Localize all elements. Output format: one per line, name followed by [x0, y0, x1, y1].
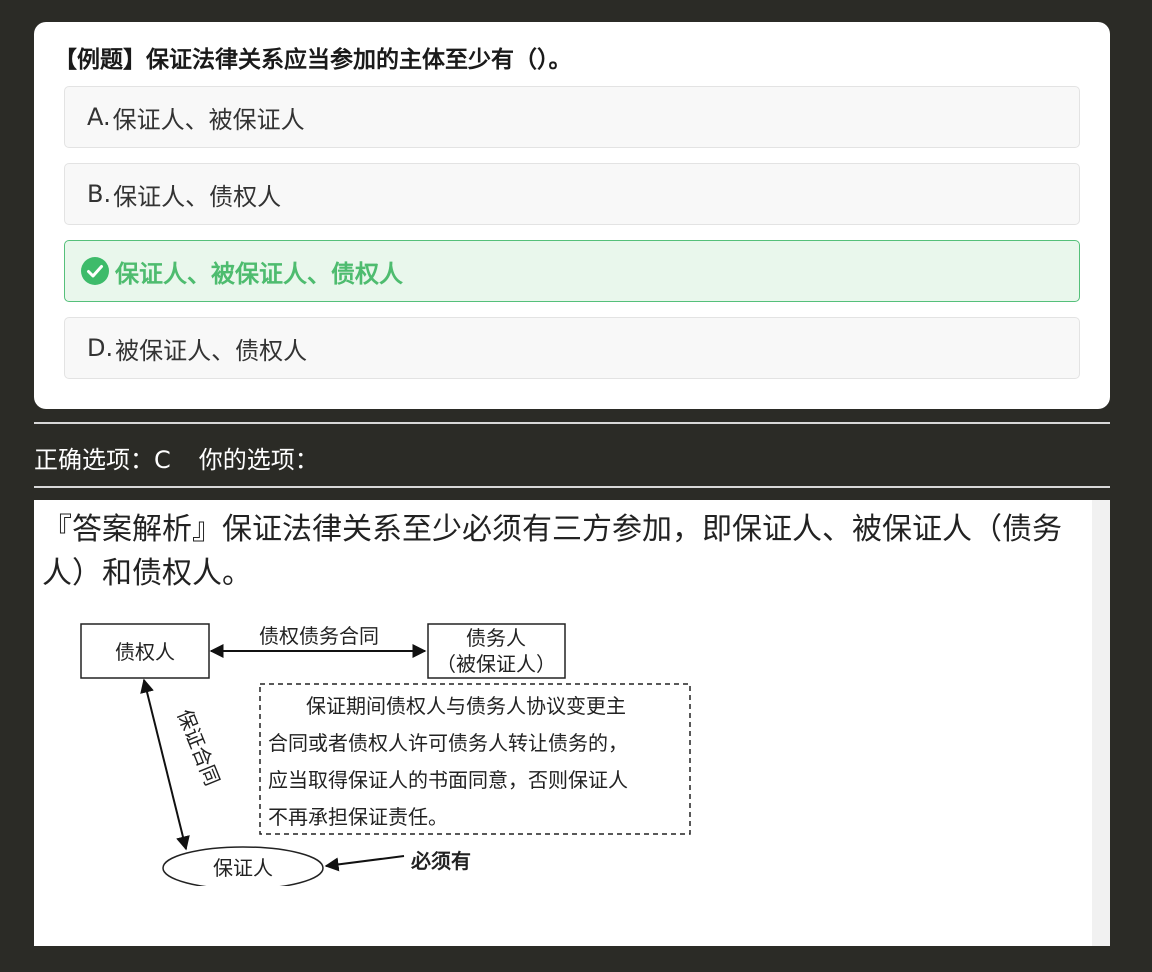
note-line-4: 不再承担保证责任。 — [268, 805, 448, 829]
correct-answer-value: C — [154, 446, 171, 474]
analysis-panel[interactable]: 『答案解析』保证法律关系至少必须有三方参加，即保证人、被保证人（债务人）和债权人… — [34, 500, 1110, 946]
scrollbar-track[interactable] — [1092, 500, 1110, 946]
option-letter: B. — [87, 180, 112, 208]
check-circle-icon — [80, 256, 110, 286]
note-line-1: 保证期间债权人与债务人协议变更主 — [306, 694, 626, 718]
creditor-label: 债权人 — [115, 640, 175, 664]
option-text: 保证人、被保证人 — [112, 105, 305, 134]
divider — [34, 486, 1110, 488]
option-text: 被保证人、债权人 — [115, 336, 308, 365]
option-text: 保证人、债权人 — [113, 182, 282, 211]
note-line-3: 应当取得保证人的书面同意，否则保证人 — [268, 768, 628, 792]
guarantee-contract-arrow — [140, 678, 190, 851]
guarantor-label: 保证人 — [213, 856, 273, 880]
option-c-correct[interactable]: 保证人、被保证人、债权人 — [64, 240, 1080, 302]
divider — [34, 422, 1110, 424]
answer-summary: 正确选项：C 你的选项： — [34, 440, 319, 475]
note-line-2: 合同或者债权人许可债务人转让债务的， — [268, 731, 628, 755]
correct-answer-label: 正确选项： — [34, 446, 154, 474]
option-d[interactable]: D. 被保证人、债权人 — [64, 317, 1080, 379]
option-text: 保证人、被保证人、债权人 — [115, 259, 403, 288]
question-card: 【例题】保证法律关系应当参加的主体至少有（）。 A. 保证人、被保证人 B. 保… — [34, 22, 1110, 409]
main-contract-label: 债权债务合同 — [259, 624, 379, 648]
option-b[interactable]: B. 保证人、债权人 — [64, 163, 1080, 225]
must-have-arrow — [324, 855, 405, 872]
guarantee-contract-label: 保证合同 — [172, 706, 224, 789]
question-title: 【例题】保证法律关系应当参加的主体至少有（）。 — [54, 47, 572, 73]
option-letter: D. — [87, 334, 114, 362]
debtor-label: 债务人 — [466, 626, 526, 650]
option-letter: A. — [87, 103, 111, 131]
guarantee-relationship-diagram: 债权人 债务人 （被保证人） 债权债务合同 保证期间债权人与债务人协议变更主 合… — [80, 623, 691, 886]
option-a[interactable]: A. 保证人、被保证人 — [64, 86, 1080, 148]
must-have-label: 必须有 — [410, 849, 471, 873]
your-answer-label: 你的选项： — [198, 446, 319, 474]
debtor-sublabel: （被保证人） — [436, 652, 556, 676]
analysis-text: 『答案解析』保证法律关系至少必须有三方参加，即保证人、被保证人（债务人）和债权人… — [42, 512, 1062, 591]
